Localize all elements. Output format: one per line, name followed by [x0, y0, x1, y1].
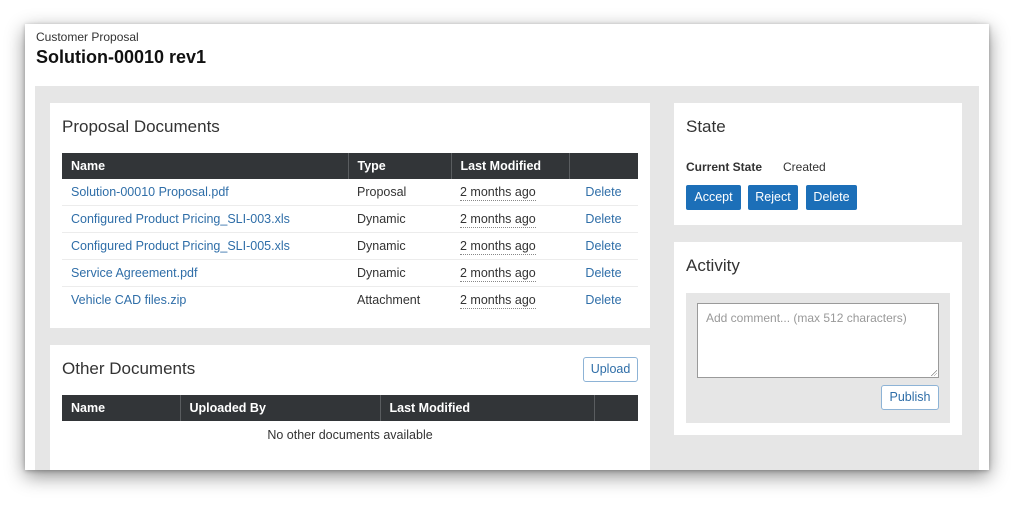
resize-handle-icon[interactable] [930, 369, 937, 376]
document-link[interactable]: Configured Product Pricing_SLI-003.xls [71, 212, 290, 226]
document-type: Dynamic [348, 259, 451, 287]
column-header-type: Type [348, 153, 452, 179]
comment-area: Add comment... (max 512 characters) Publ… [686, 293, 950, 423]
document-type: Dynamic [348, 232, 451, 260]
empty-message: No other documents available [267, 428, 433, 442]
table-row: Solution-00010 Proposal.pdf Proposal 2 m… [62, 179, 638, 207]
document-type: Proposal [348, 179, 451, 207]
delete-link[interactable]: Delete [569, 259, 638, 287]
document-link[interactable]: Vehicle CAD files.zip [71, 293, 186, 307]
delete-button[interactable]: Delete [806, 185, 857, 210]
empty-row: No other documents available [62, 421, 638, 449]
state-panel: State Current State Created Accept Rejec… [674, 103, 962, 225]
last-modified: 2 months ago [460, 238, 536, 255]
last-modified: 2 months ago [460, 292, 536, 309]
app-window: Customer Proposal Solution-00010 rev1 Pr… [25, 24, 989, 470]
other-documents-panel: Other Documents Upload Name Uploaded By … [50, 345, 650, 470]
breadcrumb: Customer Proposal [36, 30, 139, 44]
document-link[interactable]: Service Agreement.pdf [71, 266, 197, 280]
document-type: Attachment [357, 292, 421, 307]
column-header-actions [594, 395, 638, 421]
reject-button[interactable]: Reject [748, 185, 798, 210]
comment-input[interactable]: Add comment... (max 512 characters) [697, 303, 939, 378]
delete-link[interactable]: Delete [569, 205, 638, 234]
document-link[interactable]: Configured Product Pricing_SLI-005.xls [71, 239, 290, 253]
other-documents-table: Name Uploaded By Last Modified No other … [62, 395, 638, 449]
main-content: Proposal Documents Name Type Last Modifi… [35, 86, 979, 470]
table-row: Service Agreement.pdf Dynamic 2 months a… [62, 259, 638, 287]
page-title: Solution-00010 rev1 [36, 47, 207, 67]
document-type: Dynamic [348, 205, 451, 234]
column-header-actions [569, 153, 638, 179]
upload-button[interactable]: Upload [583, 357, 638, 382]
activity-title: Activity [686, 256, 740, 275]
column-header-last-modified: Last Modified [380, 395, 595, 421]
state-title: State [686, 117, 726, 136]
delete-link[interactable]: Delete [569, 232, 638, 260]
last-modified: 2 months ago [460, 212, 536, 229]
current-state-label: Current State [686, 160, 763, 174]
column-header-uploaded-by: Uploaded By [180, 395, 381, 421]
page-header: Customer Proposal Solution-00010 rev1 [25, 24, 989, 86]
proposal-documents-panel: Proposal Documents Name Type Last Modifi… [50, 103, 650, 328]
other-documents-title: Other Documents [62, 359, 196, 378]
column-header-last-modified: Last Modified [451, 153, 570, 179]
table-row: Configured Product Pricing_SLI-003.xls D… [62, 205, 638, 234]
activity-panel: Activity Add comment... (max 512 charact… [674, 242, 962, 435]
table-row: Vehicle CAD files.zip Attachment 2 month… [62, 286, 638, 313]
proposal-documents-title: Proposal Documents [62, 117, 220, 136]
current-state-value: Created [783, 160, 826, 174]
column-header-name: Name [62, 153, 349, 179]
accept-button[interactable]: Accept [686, 185, 741, 210]
last-modified: 2 months ago [460, 265, 536, 282]
proposal-documents-table: Name Type Last Modified Solution-00010 P… [62, 153, 638, 313]
document-link[interactable]: Solution-00010 Proposal.pdf [71, 185, 229, 199]
delete-link[interactable]: Delete [569, 286, 638, 313]
last-modified: 2 months ago [460, 185, 536, 202]
column-header-name: Name [62, 395, 181, 421]
publish-button[interactable]: Publish [881, 385, 939, 410]
table-row: Configured Product Pricing_SLI-005.xls D… [62, 232, 638, 260]
delete-link[interactable]: Delete [569, 179, 638, 207]
